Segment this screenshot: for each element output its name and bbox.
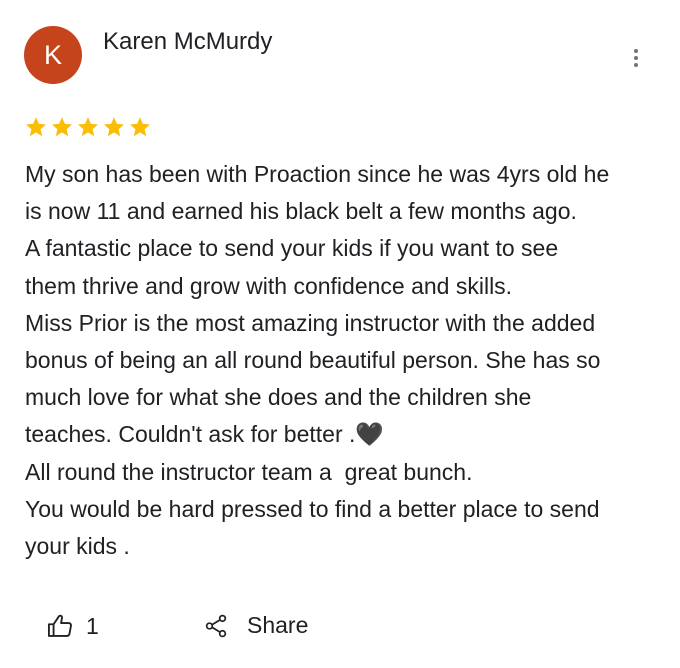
avatar[interactable]: K bbox=[24, 26, 82, 84]
review-text-line: them thrive and grow with confidence and… bbox=[25, 272, 513, 299]
review-text-line: A fantastic place to send your kids if y… bbox=[25, 235, 559, 262]
review-text-line: My son has been with Proaction since he … bbox=[25, 161, 610, 187]
more-vertical-icon-dot bbox=[634, 63, 638, 67]
review-text-line: You would be hard pressed to find a bett… bbox=[25, 495, 600, 522]
review-text-line: is now 11 and earned his black belt a fe… bbox=[25, 198, 577, 225]
review-text-line: much love for what she does and the chil… bbox=[25, 384, 532, 411]
star-rating bbox=[24, 115, 152, 139]
reviewer-name[interactable]: Karen McMurdy bbox=[103, 28, 272, 56]
more-vertical-icon bbox=[634, 49, 638, 53]
star-icon bbox=[26, 117, 46, 137]
like-button[interactable]: 1 bbox=[46, 612, 99, 640]
review-text: My son has been with Proaction since he … bbox=[25, 156, 665, 565]
like-count: 1 bbox=[86, 612, 99, 639]
review-text-line: bonus of being an all round beautiful pe… bbox=[25, 347, 601, 374]
thumbs-up-icon bbox=[47, 614, 72, 637]
star-icon bbox=[52, 117, 72, 137]
share-label: Share bbox=[247, 612, 309, 638]
review-text-line: teaches. Couldn't ask for better .🖤 bbox=[25, 421, 385, 448]
more-vertical-icon-dot bbox=[634, 56, 638, 60]
avatar-initial: K bbox=[43, 40, 62, 70]
star-icon bbox=[104, 117, 124, 137]
star-icon bbox=[130, 117, 150, 137]
review-text-line: Miss Prior is the most amazing instructo… bbox=[25, 309, 596, 336]
share-button[interactable]: Share bbox=[203, 612, 308, 639]
star-icon bbox=[78, 117, 98, 137]
share-icon bbox=[205, 614, 227, 637]
review-text-line: your kids . bbox=[25, 533, 130, 560]
review-text-line: All round the instructor team a great bu… bbox=[25, 458, 473, 485]
more-options-button[interactable] bbox=[622, 40, 650, 76]
